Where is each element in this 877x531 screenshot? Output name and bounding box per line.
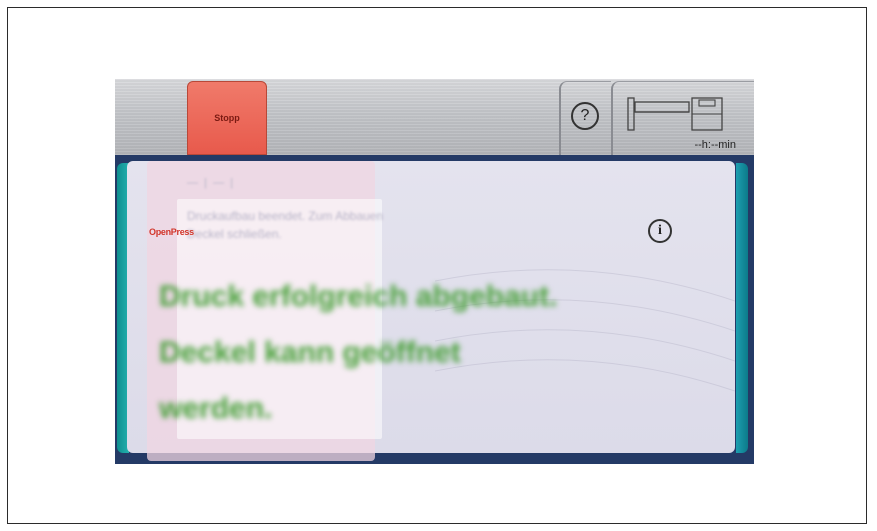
help-button[interactable]: ? xyxy=(559,81,611,155)
time-remaining: --h:--min xyxy=(694,139,736,151)
background-tabs: — | — | xyxy=(187,177,234,189)
content-area: — | — | Druckaufbau beendet. Zum Abbauen… xyxy=(115,155,754,464)
stop-button[interactable]: Stopp xyxy=(187,81,267,155)
stop-button-label: Stopp xyxy=(214,113,240,123)
brand-logo: OpenPress xyxy=(149,227,194,237)
info-icon[interactable]: i xyxy=(648,219,672,243)
message-panel: — | — | Druckaufbau beendet. Zum Abbauen… xyxy=(127,161,735,461)
background-text: Druckaufbau beendet. Zum Abbauen Deckel … xyxy=(187,209,384,241)
help-icon: ? xyxy=(571,102,599,130)
machine-status-button[interactable]: --h:--min xyxy=(611,81,754,155)
machine-icon xyxy=(627,97,723,131)
status-message: Druck erfolgreich abgebaut. Deckel kann … xyxy=(159,280,558,425)
top-toolbar: Stopp ? --h:--min xyxy=(115,79,754,155)
right-accent-bar xyxy=(736,163,748,453)
device-screen: Stopp ? --h:--min — | — | Druckaufbau be… xyxy=(115,79,754,464)
